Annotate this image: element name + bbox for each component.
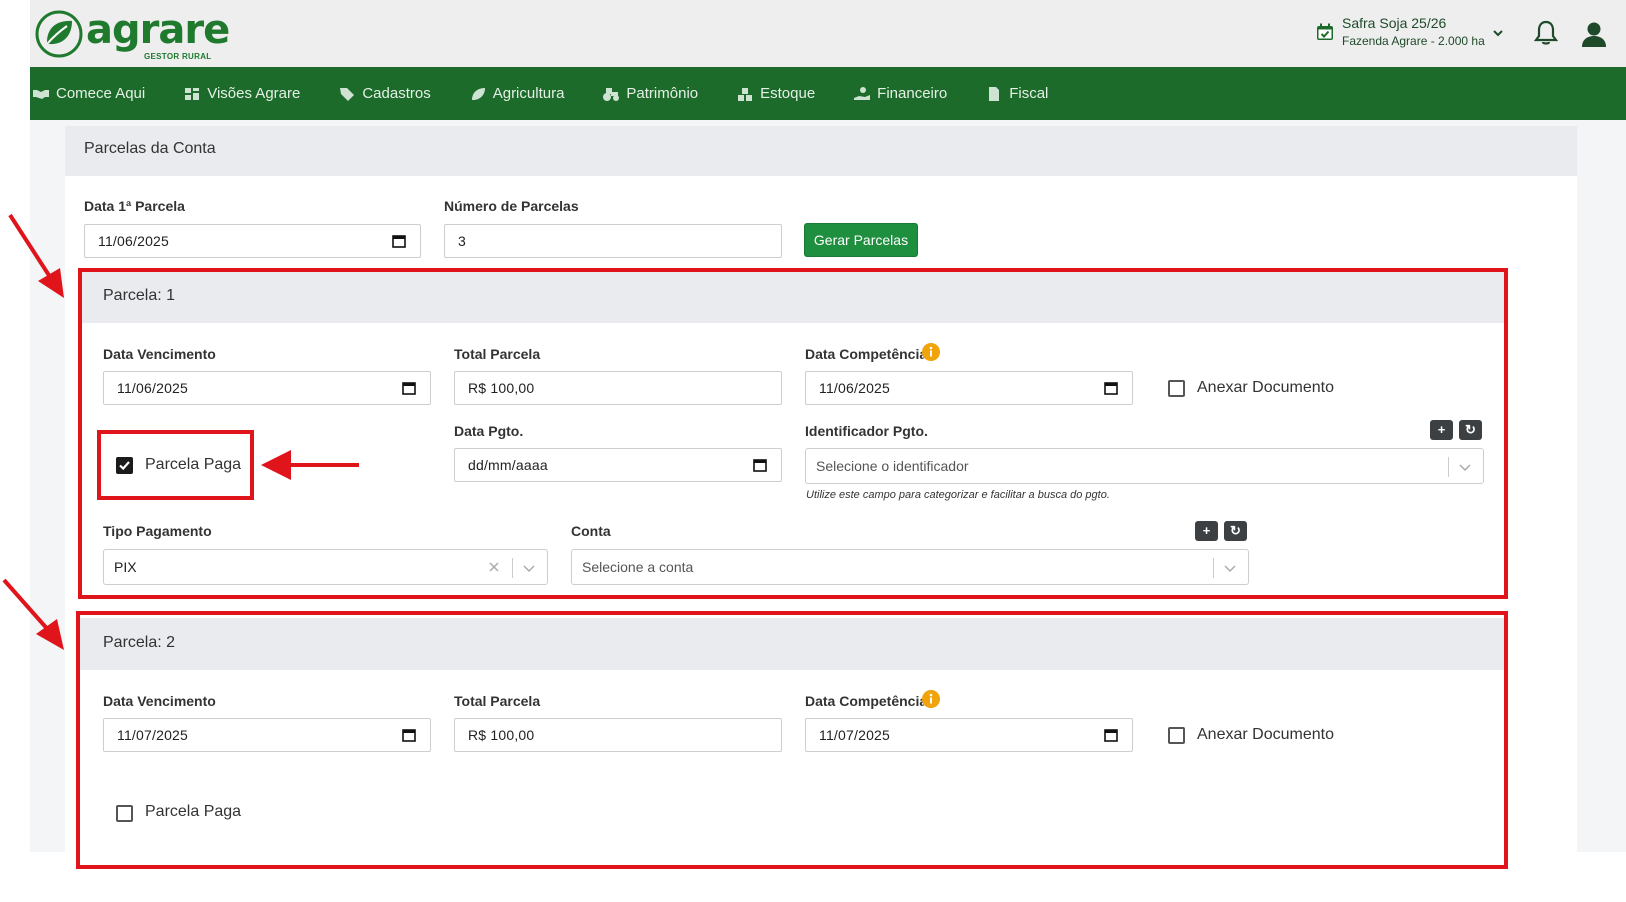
parcela-1-header: Parcela: 1 [80, 271, 1504, 323]
tractor-icon [603, 87, 620, 101]
identifier-label: Identificador Pgto. [805, 423, 928, 439]
parcela-2-title: Parcela: 2 [103, 634, 176, 651]
parcela-paga-checkbox[interactable] [116, 805, 133, 822]
main-nav: Comece Aqui Visões Agrare Cadastros Agri… [30, 67, 1626, 120]
nav-visoes-agrare[interactable]: Visões Agrare [184, 85, 300, 102]
chevron-down-icon [523, 565, 535, 573]
attach-document-label: Anexar Documento [1197, 379, 1334, 396]
parcela-1-title: Parcela: 1 [103, 287, 176, 304]
nav-label: Patrimônio [626, 85, 699, 102]
safra-title: Safra Soja 25/26 [1342, 15, 1447, 31]
total-label: Total Parcela [454, 346, 541, 362]
nav-patrimonio[interactable]: Patrimônio [603, 85, 698, 102]
add-account-button[interactable]: + [1195, 521, 1218, 541]
dashboard-icon [185, 87, 200, 100]
num-parcelas-label: Número de Parcelas [444, 198, 579, 214]
nav-label: Agricultura [492, 85, 565, 102]
card-title: Parcelas da Conta [84, 140, 216, 157]
leaf-logo-icon [35, 10, 83, 58]
competencia-label: Data Competência [805, 693, 928, 709]
parcela-paga-label: Parcela Paga [145, 803, 242, 820]
calendar-check-icon [1317, 23, 1333, 40]
chevron-down-icon [1224, 565, 1236, 573]
nav-agricultura[interactable]: Agricultura [470, 85, 565, 102]
first-date-input[interactable]: 11/06/2025 [84, 224, 421, 258]
refresh-identifier-button[interactable]: ↻ [1459, 420, 1482, 440]
account-select[interactable]: Selecione a conta [571, 549, 1249, 585]
info-icon[interactable] [922, 343, 940, 361]
parcela-2-header: Parcela: 2 [80, 618, 1504, 670]
due-date-label: Data Vencimento [103, 346, 216, 362]
total-input[interactable]: R$ 100,00 [454, 718, 782, 752]
add-identifier-button[interactable]: + [1430, 420, 1453, 440]
parcela-2-section: Parcela: 2 Data Vencimento 11/07/2025 To… [80, 618, 1504, 864]
checkmark-icon [119, 461, 130, 471]
nav-label: Fiscal [1009, 85, 1049, 102]
nav-label: Comece Aqui [56, 85, 146, 102]
chevron-down-icon [1459, 464, 1471, 472]
due-date-label: Data Vencimento [103, 693, 216, 709]
competencia-input[interactable]: 11/07/2025 [805, 718, 1133, 752]
document-icon [989, 86, 1000, 101]
payment-type-label: Tipo Pagamento [103, 523, 212, 539]
nav-estoque[interactable]: Estoque [737, 85, 815, 102]
chevron-down-icon [1493, 30, 1503, 37]
handshake-icon [33, 89, 49, 99]
competencia-input[interactable]: 11/06/2025 [805, 371, 1133, 405]
nav-cadastros[interactable]: Cadastros [339, 85, 431, 102]
money-hand-icon [854, 86, 871, 100]
calendar-icon[interactable] [402, 728, 416, 742]
boxes-icon [738, 87, 753, 101]
payment-date-input[interactable]: dd/mm/aaaa [454, 448, 782, 482]
due-date-input[interactable]: 11/07/2025 [103, 718, 431, 752]
identifier-hint: Utilize este campo para categorizar e fa… [806, 489, 1110, 501]
bell-icon[interactable] [1534, 20, 1558, 46]
gerar-parcelas-button[interactable]: Gerar Parcelas [804, 223, 918, 257]
nav-label: Estoque [760, 85, 816, 102]
calendar-icon[interactable] [402, 381, 416, 395]
safra-selector[interactable]: Safra Soja 25/26 Fazenda Agrare - 2.000 … [1316, 14, 1505, 50]
first-date-label: Data 1ª Parcela [84, 198, 185, 214]
payment-type-select[interactable]: PIX [103, 549, 548, 585]
calendar-icon[interactable] [1104, 728, 1118, 742]
info-icon[interactable] [922, 690, 940, 708]
user-avatar-icon[interactable] [1580, 20, 1608, 48]
account-label: Conta [571, 523, 611, 539]
top-header: agrare GESTOR RURAL Safra Soja 25/26 Faz… [30, 0, 1626, 67]
card-header: Parcelas da Conta [65, 126, 1577, 176]
payment-date-label: Data Pgto. [454, 423, 524, 439]
nav-label: Cadastros [362, 85, 431, 102]
total-input[interactable]: R$ 100,00 [454, 371, 782, 405]
nav-fiscal[interactable]: Fiscal [986, 85, 1048, 102]
identifier-select[interactable]: Selecione o identificador [805, 448, 1484, 484]
nav-label: Visões Agrare [207, 85, 301, 102]
refresh-account-button[interactable]: ↻ [1224, 521, 1247, 541]
clear-icon[interactable] [488, 561, 500, 573]
calendar-icon[interactable] [1104, 381, 1118, 395]
nav-label: Financeiro [877, 85, 948, 102]
tag-icon [340, 87, 355, 101]
calendar-icon[interactable] [392, 234, 406, 248]
logo-word: agrare [86, 7, 230, 53]
attach-document-label: Anexar Documento [1197, 726, 1334, 743]
due-date-input[interactable]: 11/06/2025 [103, 371, 431, 405]
safra-farm: Fazenda Agrare - 2.000 ha [1342, 34, 1485, 48]
leaf-icon [471, 87, 485, 100]
agrare-logo[interactable]: agrare GESTOR RURAL [34, 7, 236, 61]
calendar-icon[interactable] [753, 458, 767, 472]
nav-financeiro[interactable]: Financeiro [854, 85, 947, 102]
attach-document-checkbox[interactable] [1168, 380, 1185, 397]
parcela-paga-checkbox[interactable] [116, 457, 133, 474]
total-label: Total Parcela [454, 693, 541, 709]
competencia-label: Data Competência [805, 346, 928, 362]
parcela-1-section: Parcela: 1 Data Vencimento 11/06/2025 To… [80, 271, 1504, 595]
parcela-paga-label: Parcela Paga [145, 456, 242, 473]
attach-document-checkbox[interactable] [1168, 727, 1185, 744]
num-parcelas-input[interactable]: 3 [444, 224, 782, 258]
logo-subtitle: GESTOR RURAL [144, 52, 212, 61]
nav-comece-aqui[interactable]: Comece Aqui [33, 85, 145, 102]
